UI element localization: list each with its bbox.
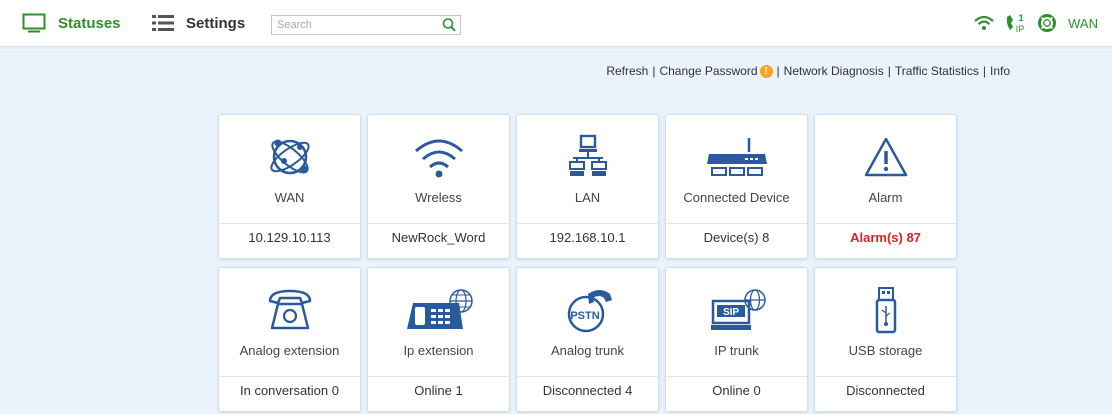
top-bar: Statuses Settings 1 IP <box>0 0 1112 47</box>
link-separator: | <box>776 64 780 78</box>
tile-wan[interactable]: WAN 10.129.10.113 <box>218 114 361 259</box>
tile-value: Online 1 <box>368 376 509 411</box>
status-grid: WAN 10.129.10.113 Wreless NewRock_Word L… <box>218 114 958 414</box>
ip-text: IP <box>1016 24 1025 34</box>
tile-label: IP trunk <box>714 343 759 358</box>
pstn-text: PSTN <box>570 310 599 322</box>
tile-alarm[interactable]: Alarm Alarm(s) 87 <box>814 114 957 259</box>
lan-network-icon <box>568 134 607 176</box>
ip-phone-icon <box>406 289 473 329</box>
list-icon <box>152 15 174 31</box>
refresh-link[interactable]: Refresh <box>606 64 648 78</box>
wan-status-label[interactable]: WAN <box>1068 16 1098 31</box>
tile-value: Alarm(s) 87 <box>815 223 956 258</box>
desk-phone-icon <box>268 289 311 330</box>
ip-badge: 1 <box>1019 13 1024 23</box>
warning-triangle-icon <box>864 137 907 177</box>
search-input[interactable] <box>272 16 437 34</box>
search-box <box>271 15 461 35</box>
change-password-link[interactable]: Change Password <box>659 64 757 78</box>
warning-icon: ! <box>759 64 773 78</box>
tile-analog-trunk[interactable]: PSTN Analog trunk Disconnected 4 <box>516 267 659 412</box>
usb-storage-icon <box>875 287 896 334</box>
ip-phone-status-icon[interactable]: 1 IP <box>1004 12 1028 34</box>
nav-statuses-label: Statuses <box>58 14 121 32</box>
tile-value: Device(s) 8 <box>666 223 807 258</box>
tile-label: Ip extension <box>403 343 474 358</box>
link-separator: | <box>982 64 986 78</box>
sip-text: SIP <box>722 307 738 318</box>
tile-ip-extension[interactable]: Ip extension Online 1 <box>367 267 510 412</box>
tile-label: Analog trunk <box>551 343 624 358</box>
link-separator: | <box>887 64 891 78</box>
tile-value: 192.168.10.1 <box>517 223 658 258</box>
sip-trunk-icon: SIP <box>710 289 766 330</box>
tile-label: Alarm <box>868 190 903 205</box>
action-links: Refresh | Change Password ! | Network Di… <box>606 64 1010 78</box>
nav-settings[interactable]: Settings <box>152 0 245 46</box>
globe-network-icon <box>269 139 310 175</box>
tile-value: Online 0 <box>666 376 807 411</box>
nav-statuses[interactable]: Statuses <box>22 0 121 46</box>
tile-usb-storage[interactable]: USB storage Disconnected <box>814 267 957 412</box>
tile-label: LAN <box>574 190 601 205</box>
tile-ip-trunk[interactable]: SIP IP trunk Online 0 <box>665 267 808 412</box>
search-icon[interactable] <box>441 17 457 33</box>
tile-analog-extension[interactable]: Analog extension In conversation 0 <box>218 267 361 412</box>
tile-label: Connected Device <box>683 190 790 205</box>
info-link[interactable]: Info <box>990 64 1010 78</box>
tile-value: Disconnected <box>815 376 956 411</box>
lifebuoy-icon[interactable] <box>1038 14 1057 32</box>
tile-connected-device[interactable]: Connected Device Device(s) 8 <box>665 114 808 259</box>
tile-label: Wreless <box>415 190 462 205</box>
network-diagnosis-link[interactable]: Network Diagnosis <box>784 64 884 78</box>
tile-value: In conversation 0 <box>219 376 360 411</box>
nav-settings-label: Settings <box>186 14 246 32</box>
tile-label: WAN <box>274 190 305 205</box>
tile-value: Disconnected 4 <box>517 376 658 411</box>
pstn-icon: PSTN <box>567 290 612 333</box>
tile-label: Analog extension <box>239 343 340 358</box>
router-icon <box>706 138 767 176</box>
tile-label: USB storage <box>848 343 923 358</box>
monitor-icon <box>22 13 46 33</box>
status-icons: 1 IP WAN <box>974 0 1098 46</box>
wifi-status-icon[interactable] <box>974 15 994 31</box>
wifi-icon <box>414 139 463 178</box>
tile-wireless[interactable]: Wreless NewRock_Word <box>367 114 510 259</box>
tile-value: NewRock_Word <box>368 223 509 258</box>
tile-value: 10.129.10.113 <box>219 223 360 258</box>
link-separator: | <box>652 64 656 78</box>
traffic-statistics-link[interactable]: Traffic Statistics <box>895 64 979 78</box>
tile-lan[interactable]: LAN 192.168.10.1 <box>516 114 659 259</box>
